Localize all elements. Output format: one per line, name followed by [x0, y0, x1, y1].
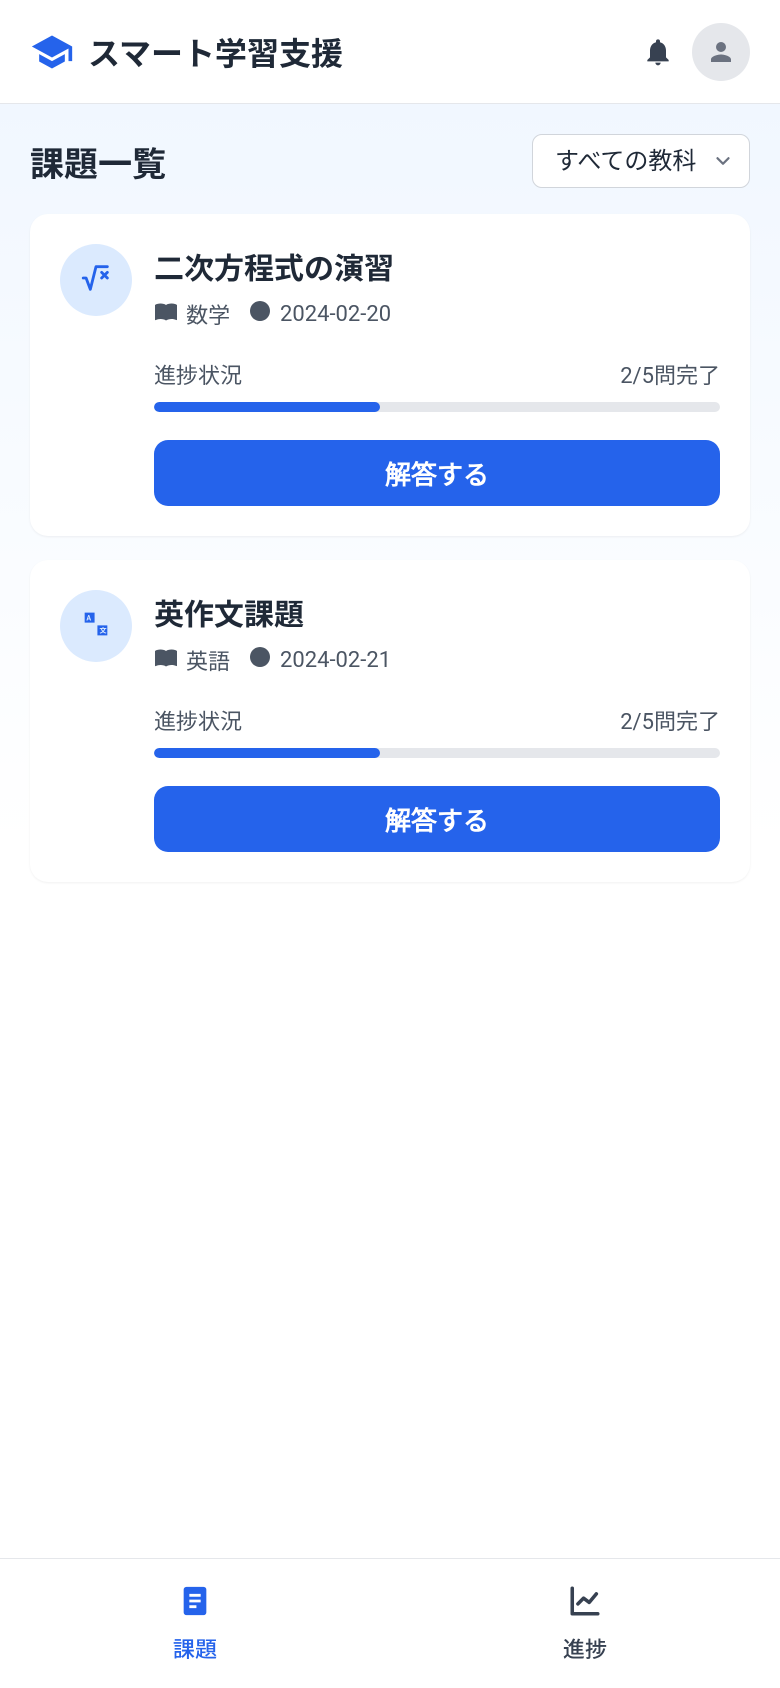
card-info: 英作文課題 英語 2024-02-21: [154, 590, 720, 676]
card-meta: 数学 2024-02-20: [154, 298, 720, 330]
language-icon: A文: [79, 607, 113, 645]
progress-fill: [154, 748, 380, 758]
book-icon: [154, 299, 178, 329]
content-header: 課題一覧 すべての教科: [30, 134, 750, 188]
assignments-icon: [178, 1584, 212, 1622]
header-left: スマート学習支援: [30, 29, 343, 75]
svg-text:文: 文: [100, 626, 107, 635]
answer-button[interactable]: 解答する: [154, 786, 720, 852]
clock-icon: [248, 645, 272, 675]
due-date-meta: 2024-02-20: [248, 299, 391, 329]
bottom-nav: 課題 進捗: [0, 1558, 780, 1688]
chart-line-icon: [568, 1584, 602, 1622]
subject-label: 英語: [186, 644, 230, 676]
avatar[interactable]: [692, 23, 750, 81]
card-header: A文 英作文課題 英語 2024-02-2: [60, 590, 720, 676]
progress-bar: [154, 402, 720, 412]
progress-fill: [154, 402, 380, 412]
assignment-title: 英作文課題: [154, 590, 720, 634]
card-meta: 英語 2024-02-21: [154, 644, 720, 676]
nav-item-assignments[interactable]: 課題: [0, 1559, 390, 1688]
card-info: 二次方程式の演習 数学 2024-02-20: [154, 244, 720, 330]
graduation-cap-icon: [30, 30, 74, 74]
subject-filter-wrapper: すべての教科: [532, 134, 750, 188]
assignment-card: 二次方程式の演習 数学 2024-02-20: [30, 214, 750, 536]
assignment-card: A文 英作文課題 英語 2024-02-2: [30, 560, 750, 882]
nav-label: 課題: [173, 1632, 217, 1664]
progress-bar: [154, 748, 720, 758]
nav-label: 進捗: [563, 1632, 607, 1664]
progress-label: 進捗状況: [154, 704, 242, 736]
subject-meta: 英語: [154, 644, 230, 676]
progress-label: 進捗状況: [154, 358, 242, 390]
header-right: [642, 23, 750, 81]
clock-icon: [248, 299, 272, 329]
card-header: 二次方程式の演習 数学 2024-02-20: [60, 244, 720, 330]
due-date-meta: 2024-02-21: [248, 645, 391, 675]
subject-label: 数学: [186, 298, 230, 330]
page-title: 課題一覧: [30, 137, 166, 186]
bell-icon[interactable]: [642, 36, 674, 68]
book-icon: [154, 645, 178, 675]
progress-row: 進捗状況 2/5問完了: [154, 704, 720, 736]
progress-count: 2/5問完了: [620, 358, 720, 390]
sqrt-icon: [79, 261, 113, 299]
subject-meta: 数学: [154, 298, 230, 330]
subject-icon-wrap: A文: [60, 590, 132, 662]
answer-button[interactable]: 解答する: [154, 440, 720, 506]
subject-icon-wrap: [60, 244, 132, 316]
card-body: 進捗状況 2/5問完了 解答する: [60, 704, 720, 852]
svg-text:A: A: [86, 613, 91, 622]
due-date-label: 2024-02-21: [280, 648, 391, 673]
subject-filter[interactable]: すべての教科: [532, 134, 750, 188]
nav-item-progress[interactable]: 進捗: [390, 1559, 780, 1688]
progress-row: 進捗状況 2/5問完了: [154, 358, 720, 390]
due-date-label: 2024-02-20: [280, 302, 391, 327]
card-body: 進捗状況 2/5問完了 解答する: [60, 358, 720, 506]
assignment-title: 二次方程式の演習: [154, 244, 720, 288]
app-header: スマート学習支援: [0, 0, 780, 104]
main-content: 課題一覧 すべての教科 二次方程式の演習: [0, 104, 780, 1558]
app-title: スマート学習支援: [88, 29, 343, 75]
progress-count: 2/5問完了: [620, 704, 720, 736]
